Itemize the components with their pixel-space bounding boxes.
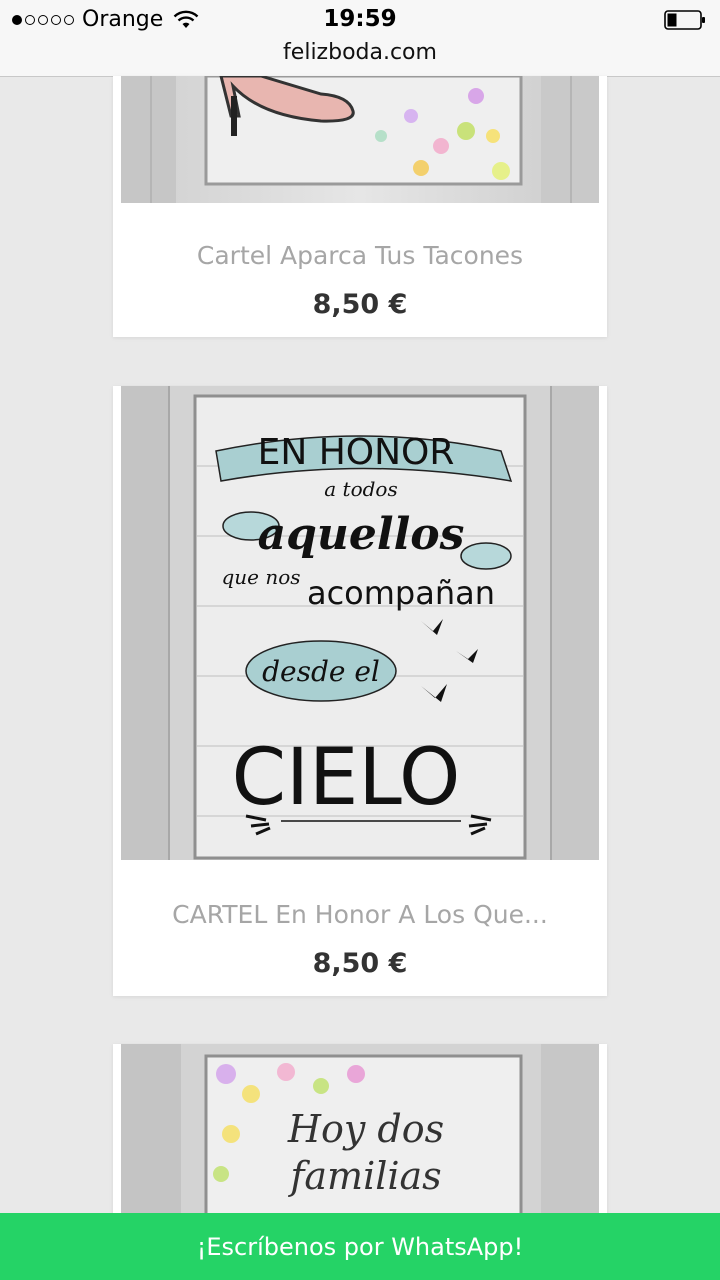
image-text-desde-el: desde el [262,655,380,688]
product-image[interactable] [121,76,599,203]
product-price: 8,50 € [312,948,408,979]
image-text-cielo: CIELO [232,733,461,823]
image-text-que-nos: que nos [221,565,300,589]
clock: 19:59 [323,6,397,32]
image-text-acompanan: acompañan [307,574,495,612]
url-text[interactable]: felizboda.com [283,40,437,65]
product-price: 8,50 € [312,289,408,320]
product-card[interactable]: Cartel Aparca Tus Tacones 8,50 € [113,76,607,337]
image-text-familias: familias [287,1154,441,1198]
url-bar[interactable]: felizboda.com [0,40,720,77]
product-image[interactable]: EN HONOR a todos aquellos que nos acompa… [121,386,599,860]
battery-icon [664,10,705,30]
image-text-aquellos: aquellos [258,509,465,560]
whatsapp-contact-button[interactable]: ¡Escríbenos por WhatsApp! [0,1213,720,1280]
image-text-en-honor: EN HONOR [258,432,455,473]
status-bar: Orange 19:59 [0,0,720,40]
product-title[interactable]: CARTEL En Honor A Los Que... [113,900,607,929]
whatsapp-label[interactable]: ¡Escríbenos por WhatsApp! [197,1233,524,1261]
product-title[interactable]: Cartel Aparca Tus Tacones [113,241,607,270]
image-text-a-todos: a todos [324,477,397,501]
product-card[interactable]: EN HONOR a todos aquellos que nos acompa… [113,386,607,996]
image-text-hoy-dos: Hoy dos [287,1107,444,1151]
